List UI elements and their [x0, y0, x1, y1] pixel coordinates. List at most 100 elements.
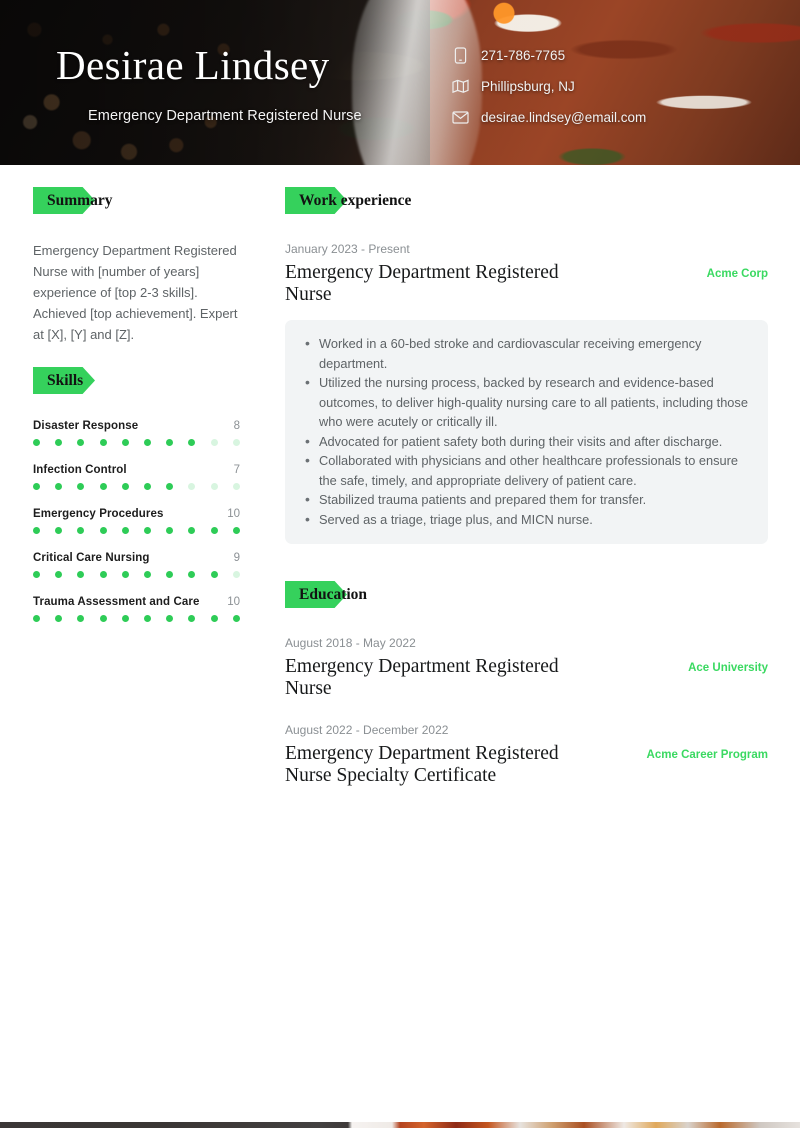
entry-main-row: Emergency Department Registered Nurse Sp…: [285, 743, 768, 787]
skill-dot-filled: [232, 615, 240, 622]
skill-rating-dots: [33, 615, 240, 622]
skill-dot-filled: [99, 439, 107, 446]
section-heading-skills: Skills: [33, 367, 95, 394]
skill-score: 9: [233, 552, 240, 564]
skill-dot-filled: [77, 483, 85, 490]
skill-item: Disaster Response 8: [33, 420, 256, 446]
skill-header: Critical Care Nursing 9: [33, 552, 240, 564]
skill-name: Emergency Procedures: [33, 508, 164, 520]
skill-dot-filled: [121, 527, 129, 534]
skill-dot-filled: [55, 483, 63, 490]
skill-dot-filled: [232, 527, 240, 534]
skill-dot-empty: [232, 571, 240, 578]
skill-dot-filled: [143, 483, 151, 490]
phone-icon: [452, 46, 469, 64]
section-heading-summary: Summary: [33, 187, 116, 214]
skill-score: 10: [227, 508, 240, 520]
skill-dot-filled: [166, 527, 174, 534]
skill-dot-filled: [210, 527, 218, 534]
skill-dot-filled: [121, 483, 129, 490]
entry-main-row: Emergency Department Registered Nurse Acm…: [285, 262, 768, 306]
skills-section: Skills Disaster Response 8 Infection Contr…: [33, 367, 256, 622]
resume-entry: August 2022 - December 2022 Emergency Dep…: [285, 722, 768, 787]
entry-bullet: Served as a triage, triage plus, and MIC…: [303, 509, 750, 530]
skill-dot-filled: [33, 439, 40, 446]
entry-organization: Acme Career Program: [646, 749, 768, 761]
contact-email-text: desirae.lindsey@email.com: [481, 109, 647, 125]
entry-main-row: Emergency Department Registered Nurse Ace…: [285, 656, 768, 700]
entry-bullet: Stabilized trauma patients and prepared …: [303, 489, 750, 510]
skill-dot-filled: [77, 527, 85, 534]
resume-body: Summary Emergency Department Registered …: [0, 165, 800, 787]
skill-dot-empty: [210, 439, 218, 446]
skill-dot-filled: [55, 615, 63, 622]
skill-name: Infection Control: [33, 464, 127, 476]
resume-page: Desirae Lindsey Emergency Department Reg…: [0, 0, 800, 1128]
skill-item: Emergency Procedures 10: [33, 508, 256, 534]
skill-header: Trauma Assessment and Care 10: [33, 596, 240, 608]
skill-dot-filled: [55, 527, 63, 534]
entry-bullet: Utilized the nursing process, backed by …: [303, 372, 750, 432]
skill-dot-filled: [121, 615, 129, 622]
skill-dot-filled: [166, 439, 174, 446]
entry-bullet-card: Worked in a 60-bed stroke and cardiovasc…: [285, 320, 768, 544]
skill-dot-filled: [55, 439, 63, 446]
resume-entry: January 2023 - Present Emergency Departme…: [285, 241, 768, 544]
skill-dot-filled: [77, 571, 85, 578]
section-heading-work-experience: Work experience: [285, 187, 415, 214]
skill-dot-filled: [99, 527, 107, 534]
section-heading-education: Education: [285, 581, 371, 608]
entry-bullet: Collaborated with physicians and other h…: [303, 450, 750, 490]
education-list: August 2018 - May 2022 Emergency Departme…: [285, 635, 768, 787]
skill-header: Infection Control 7: [33, 464, 240, 476]
work-experience-list: January 2023 - Present Emergency Departme…: [285, 241, 768, 544]
skill-dot-filled: [77, 615, 85, 622]
skill-dot-filled: [121, 439, 129, 446]
work-experience-heading-label: Work experience: [299, 192, 412, 209]
summary-heading-label: Summary: [47, 192, 113, 209]
skill-score: 7: [233, 464, 240, 476]
skill-dot-filled: [99, 571, 107, 578]
skills-heading-label: Skills: [47, 372, 84, 389]
entry-date: January 2023 - Present: [285, 242, 410, 256]
skill-dot-filled: [99, 483, 107, 490]
skill-dot-empty: [188, 483, 196, 490]
skill-dot-filled: [210, 571, 218, 578]
contact-item-phone[interactable]: 271-786-7765: [452, 45, 646, 65]
skill-dot-filled: [33, 615, 40, 622]
contact-list: 271-786-7765 Phillipsburg, NJ desirae.li…: [452, 45, 646, 127]
skill-dot-filled: [33, 527, 40, 534]
skill-item: Trauma Assessment and Care 10: [33, 596, 256, 622]
entry-organization: Acme Corp: [706, 268, 768, 280]
skill-name: Disaster Response: [33, 420, 139, 432]
entry-date: August 2022 - December 2022: [285, 723, 449, 737]
skill-dot-filled: [166, 483, 174, 490]
skill-header: Emergency Procedures 10: [33, 508, 240, 520]
entry-title: Emergency Department Registered Nurse Sp…: [285, 743, 559, 786]
contact-item-location[interactable]: Phillipsburg, NJ: [452, 76, 646, 96]
skill-item: Critical Care Nursing 9: [33, 552, 256, 578]
skill-rating-dots: [33, 483, 240, 490]
entry-date: August 2018 - May 2022: [285, 636, 416, 650]
skill-dot-filled: [143, 527, 151, 534]
skill-dot-empty: [232, 439, 240, 446]
contact-item-email[interactable]: desirae.lindsey@email.com: [452, 107, 646, 127]
entry-bullet: Advocated for patient safety both during…: [303, 431, 750, 452]
skill-dot-filled: [33, 571, 40, 578]
skill-dot-filled: [166, 615, 174, 622]
skill-item: Infection Control 7: [33, 464, 256, 490]
location-map-icon: [452, 78, 469, 95]
contact-location-text: Phillipsburg, NJ: [481, 78, 575, 94]
skill-dot-filled: [121, 571, 129, 578]
skill-dot-filled: [188, 527, 196, 534]
skill-score: 8: [233, 420, 240, 432]
skill-score: 10: [227, 596, 240, 608]
entry-organization: Ace University: [688, 662, 768, 674]
candidate-name: Desirae Lindsey: [56, 42, 330, 88]
skill-dot-filled: [143, 571, 151, 578]
contact-phone-text: 271-786-7765: [481, 47, 566, 63]
next-page-sliver: [0, 1122, 800, 1128]
education-heading-label: Education: [299, 586, 368, 603]
right-column: Work experience January 2023 - Present Em…: [268, 187, 800, 787]
skill-header: Disaster Response 8: [33, 420, 240, 432]
